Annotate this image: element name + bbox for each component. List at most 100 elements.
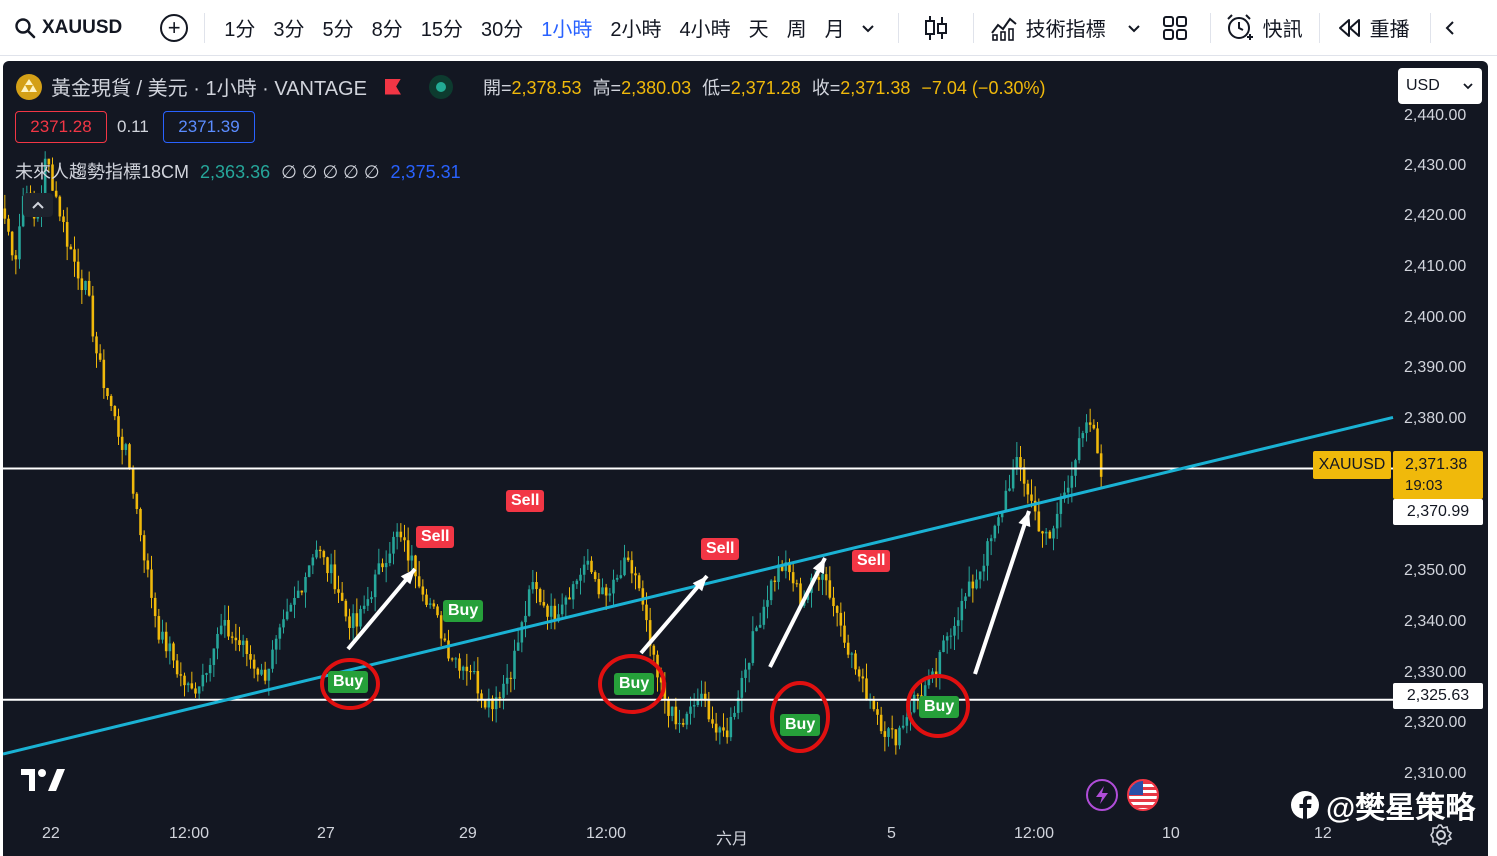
candle-body [95,336,98,354]
gold-logo-icon [16,73,42,100]
timeframe-2[interactable]: 3分 [264,13,313,42]
tradingview-logo-icon[interactable] [21,767,67,798]
candle-body [535,582,538,590]
currency-select[interactable]: USD [1398,68,1482,104]
candle-body [817,577,821,580]
candle-body [146,560,150,570]
timeframe-12[interactable]: 月 [816,13,854,42]
price-axis-label: 2,400.00 [1404,309,1467,326]
candle-body [241,640,245,645]
price-axis-label: 2,410.00 [1404,258,1467,275]
indicators-button[interactable]: 技術指標 [990,13,1106,42]
candle-body [384,563,388,568]
bar-countdown: 19:03 [1405,477,1443,494]
candle-body [216,633,219,649]
chevron-down-icon[interactable] [860,20,876,36]
ask-price: 2371.39 [178,117,240,136]
candle-body [956,620,960,626]
symbol-tag-label: XAUUSD [1318,456,1386,473]
change-value: −7.04 (−0.30%) [921,77,1046,98]
candle-body [340,592,344,601]
candle-body [960,600,964,621]
timeframe-6[interactable]: 30分 [472,13,532,42]
candle-body [428,603,432,605]
candle-body [10,231,14,256]
candle-body [322,551,326,558]
price-axis-label: 2,430.00 [1404,157,1467,174]
candle-body [476,671,480,694]
candle-body [1019,457,1022,468]
timeframe-1[interactable]: 1分 [215,13,264,42]
candle-body [483,700,487,708]
candle-body [575,580,579,585]
timeframe-list: 1分 3分 5分 8分 15分 30分 1小時 2小時 4小時天周月 [215,13,853,42]
time-axis-label: 29 [459,825,477,842]
chart-settings-gear-icon[interactable] [1429,823,1453,852]
candle-body [359,609,362,627]
timeframe-4[interactable]: 8分 [363,13,412,42]
timeframe-8[interactable]: 2小時 [601,13,670,42]
candle-body [700,693,703,700]
chevron-down-icon[interactable] [1126,20,1142,36]
open-value: 2,378.53 [511,77,582,98]
chart-title[interactable]: 黃金現貨 / 美元 · 1小時 · VANTAGE [51,72,367,101]
timeframe-5[interactable]: 15分 [412,13,472,42]
candle-body [1044,531,1048,534]
candle-type-icon[interactable] [923,14,949,42]
candle-body [73,249,76,262]
candle-body [755,627,758,632]
level-upper-value: 2,370.99 [1406,503,1470,520]
last-price-tag: 2,371.38 19:03 [1393,451,1483,499]
sell-price-button[interactable]: 2371.28 [15,111,107,143]
last-price-value: 2,371.38 [1405,456,1468,473]
timeframe-7[interactable]: 1小時 [532,13,601,42]
candle-body [98,353,102,360]
symbol-search-button[interactable]: XAUUSD [14,17,122,39]
compare-add-icon[interactable]: + [160,13,189,42]
chart-panel[interactable]: 黃金現貨 / 美元 · 1小時 · VANTAGE 開=2,378.53 高=2… [3,61,1488,856]
alerts-button[interactable]: 快訊 [1225,13,1303,43]
candle-body [689,706,692,714]
candle-body [164,631,168,652]
candle-body [678,723,681,725]
timeframe-3[interactable]: 5分 [313,13,362,42]
candle-body [872,699,876,710]
candle-body [443,638,447,641]
toolbar-divider [897,12,899,43]
candle-body [975,579,978,589]
candle-body [751,631,755,663]
candle-body [582,564,586,575]
flash-event-icon[interactable] [1086,779,1118,811]
timeframe-9[interactable]: 4小時 [670,13,739,42]
undo-arrow-icon[interactable] [1445,18,1455,38]
us-flag-event-icon[interactable] [1127,779,1159,811]
layout-grid-icon[interactable] [1162,15,1188,41]
candle-body [542,602,546,606]
timeframe-11[interactable]: 周 [778,13,816,42]
candle-body [597,579,601,595]
candle-body [388,553,392,564]
replay-label: 重播 [1369,19,1410,41]
collapse-legend-button[interactable] [23,193,53,217]
candle-body [634,573,637,576]
candle-body [989,538,993,542]
candle-body [399,531,403,538]
replay-button[interactable]: 重播 [1336,13,1410,42]
candle-body [436,606,439,616]
candle-body [208,664,212,674]
facebook-logo-icon [1291,791,1319,819]
sell-signal: Sell [701,538,740,560]
buy-price-button[interactable]: 2371.39 [163,111,255,143]
candle-body [670,706,674,716]
candle-body [179,674,183,676]
candle-body [212,648,216,665]
time-axis-label: 12:00 [169,825,210,842]
timeframe-10[interactable]: 天 [740,13,778,42]
indicator-name: 未來人趨勢指標18CM [15,162,190,182]
candle-body [76,261,80,279]
candle-body [531,582,535,590]
indicator-legend[interactable]: 未來人趨勢指標18CM 2,363.36 ∅ ∅ ∅ ∅ ∅ 2,375.31 [15,158,461,184]
candle-body [318,549,322,552]
candle-body [278,627,282,639]
candle-body [458,658,461,671]
